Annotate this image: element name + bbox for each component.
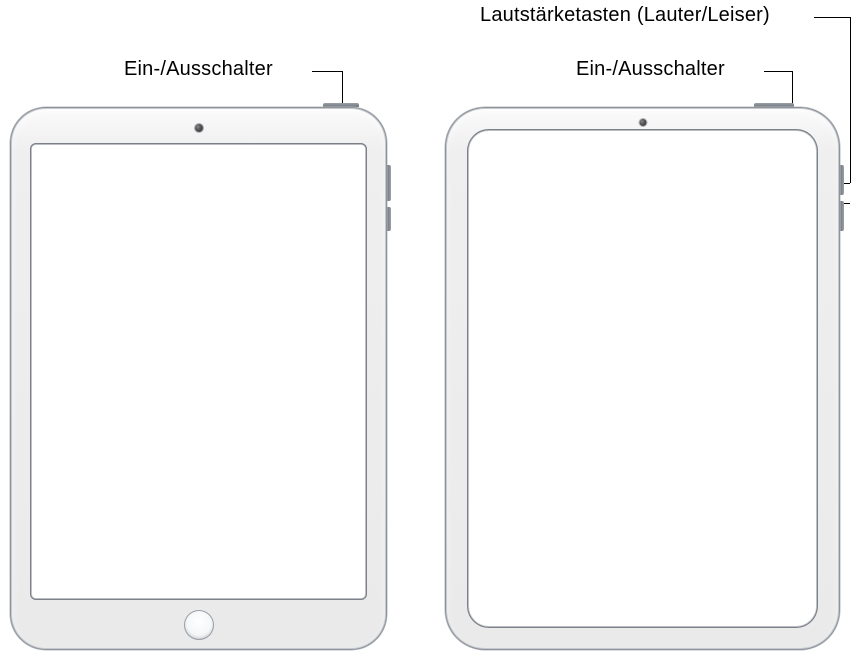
home-button-icon (184, 610, 214, 640)
leader-volume-v (850, 17, 851, 183)
leader-right-power-v (792, 71, 793, 105)
leader-volume-fork-upper (843, 183, 850, 184)
front-camera-icon (639, 119, 646, 126)
side-switch-icon (387, 207, 391, 231)
diagram-stage: Ein-/Ausschalter Ein-/Ausschalter Lautst… (0, 0, 859, 662)
leader-left-power-v (342, 71, 343, 105)
device-screen (467, 129, 818, 628)
volume-up-button-icon (840, 165, 844, 195)
volume-down-button-icon (840, 201, 844, 231)
ipad-with-home-button (10, 107, 387, 650)
leader-right-power-h (764, 71, 792, 72)
leader-left-power-h (312, 71, 342, 72)
side-button-icon (387, 165, 391, 201)
leader-volume-top-h (814, 17, 850, 18)
label-right-power: Ein-/Ausschalter (576, 58, 725, 81)
label-volume: Lautstärketasten (Lauter/Leiser) (480, 4, 770, 27)
front-camera-icon (195, 124, 203, 132)
leader-volume-fork-lower (843, 203, 850, 204)
device-screen (30, 143, 367, 600)
ipad-all-screen (445, 107, 840, 650)
label-left-power: Ein-/Ausschalter (124, 58, 273, 81)
